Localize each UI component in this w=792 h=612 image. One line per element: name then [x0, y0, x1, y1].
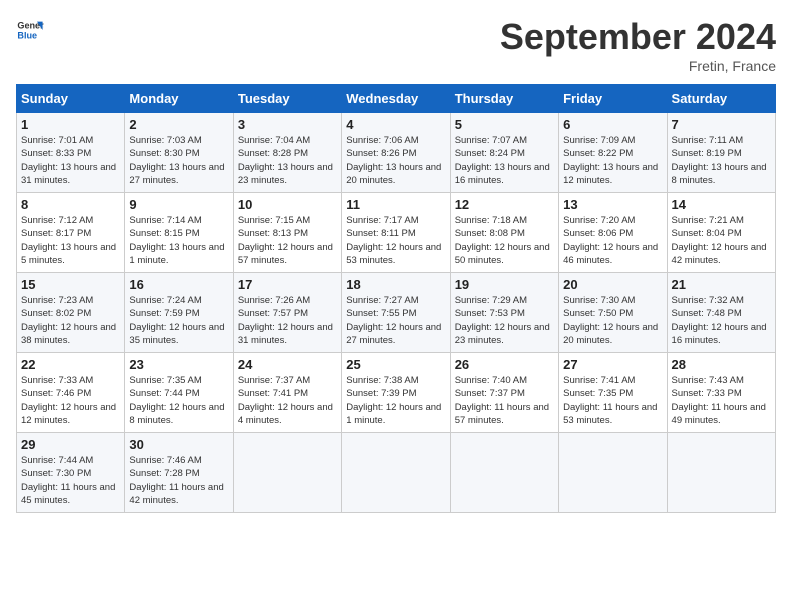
table-row: 30 Sunrise: 7:46 AMSunset: 7:28 PMDaylig… — [125, 433, 233, 513]
table-row: 28 Sunrise: 7:43 AMSunset: 7:33 PMDaylig… — [667, 353, 775, 433]
table-row: 7 Sunrise: 7:11 AMSunset: 8:19 PMDayligh… — [667, 113, 775, 193]
table-row — [450, 433, 558, 513]
table-row — [342, 433, 450, 513]
month-title: September 2024 — [500, 16, 776, 58]
table-row: 20 Sunrise: 7:30 AMSunset: 7:50 PMDaylig… — [559, 273, 667, 353]
table-row: 17 Sunrise: 7:26 AMSunset: 7:57 PMDaylig… — [233, 273, 341, 353]
col-tuesday: Tuesday — [233, 85, 341, 113]
table-row — [233, 433, 341, 513]
table-row: 29 Sunrise: 7:44 AMSunset: 7:30 PMDaylig… — [17, 433, 125, 513]
table-row — [559, 433, 667, 513]
table-row: 4 Sunrise: 7:06 AMSunset: 8:26 PMDayligh… — [342, 113, 450, 193]
table-row: 13 Sunrise: 7:20 AMSunset: 8:06 PMDaylig… — [559, 193, 667, 273]
col-saturday: Saturday — [667, 85, 775, 113]
table-row — [667, 433, 775, 513]
table-row: 2 Sunrise: 7:03 AMSunset: 8:30 PMDayligh… — [125, 113, 233, 193]
table-row: 3 Sunrise: 7:04 AMSunset: 8:28 PMDayligh… — [233, 113, 341, 193]
table-row: 10 Sunrise: 7:15 AMSunset: 8:13 PMDaylig… — [233, 193, 341, 273]
col-monday: Monday — [125, 85, 233, 113]
table-row: 9 Sunrise: 7:14 AMSunset: 8:15 PMDayligh… — [125, 193, 233, 273]
logo: General Blue — [16, 16, 44, 44]
table-row: 16 Sunrise: 7:24 AMSunset: 7:59 PMDaylig… — [125, 273, 233, 353]
table-row: 8 Sunrise: 7:12 AMSunset: 8:17 PMDayligh… — [17, 193, 125, 273]
table-row: 27 Sunrise: 7:41 AMSunset: 7:35 PMDaylig… — [559, 353, 667, 433]
calendar-week-3: 15 Sunrise: 7:23 AMSunset: 8:02 PMDaylig… — [17, 273, 776, 353]
calendar-header-row: Sunday Monday Tuesday Wednesday Thursday… — [17, 85, 776, 113]
calendar-week-5: 29 Sunrise: 7:44 AMSunset: 7:30 PMDaylig… — [17, 433, 776, 513]
svg-text:Blue: Blue — [17, 30, 37, 40]
table-row: 24 Sunrise: 7:37 AMSunset: 7:41 PMDaylig… — [233, 353, 341, 433]
calendar-week-2: 8 Sunrise: 7:12 AMSunset: 8:17 PMDayligh… — [17, 193, 776, 273]
col-wednesday: Wednesday — [342, 85, 450, 113]
calendar-week-4: 22 Sunrise: 7:33 AMSunset: 7:46 PMDaylig… — [17, 353, 776, 433]
table-row: 1 Sunrise: 7:01 AMSunset: 8:33 PMDayligh… — [17, 113, 125, 193]
calendar-week-1: 1 Sunrise: 7:01 AMSunset: 8:33 PMDayligh… — [17, 113, 776, 193]
table-row: 21 Sunrise: 7:32 AMSunset: 7:48 PMDaylig… — [667, 273, 775, 353]
table-row: 26 Sunrise: 7:40 AMSunset: 7:37 PMDaylig… — [450, 353, 558, 433]
title-area: September 2024 Fretin, France — [500, 16, 776, 74]
table-row: 23 Sunrise: 7:35 AMSunset: 7:44 PMDaylig… — [125, 353, 233, 433]
col-thursday: Thursday — [450, 85, 558, 113]
table-row: 5 Sunrise: 7:07 AMSunset: 8:24 PMDayligh… — [450, 113, 558, 193]
calendar-table: Sunday Monday Tuesday Wednesday Thursday… — [16, 84, 776, 513]
col-sunday: Sunday — [17, 85, 125, 113]
table-row: 15 Sunrise: 7:23 AMSunset: 8:02 PMDaylig… — [17, 273, 125, 353]
col-friday: Friday — [559, 85, 667, 113]
table-row: 11 Sunrise: 7:17 AMSunset: 8:11 PMDaylig… — [342, 193, 450, 273]
table-row: 18 Sunrise: 7:27 AMSunset: 7:55 PMDaylig… — [342, 273, 450, 353]
table-row: 25 Sunrise: 7:38 AMSunset: 7:39 PMDaylig… — [342, 353, 450, 433]
table-row: 14 Sunrise: 7:21 AMSunset: 8:04 PMDaylig… — [667, 193, 775, 273]
table-row: 6 Sunrise: 7:09 AMSunset: 8:22 PMDayligh… — [559, 113, 667, 193]
table-row: 22 Sunrise: 7:33 AMSunset: 7:46 PMDaylig… — [17, 353, 125, 433]
page-header: General Blue September 2024 Fretin, Fran… — [16, 16, 776, 74]
table-row: 12 Sunrise: 7:18 AMSunset: 8:08 PMDaylig… — [450, 193, 558, 273]
location: Fretin, France — [500, 58, 776, 74]
table-row: 19 Sunrise: 7:29 AMSunset: 7:53 PMDaylig… — [450, 273, 558, 353]
logo-icon: General Blue — [16, 16, 44, 44]
